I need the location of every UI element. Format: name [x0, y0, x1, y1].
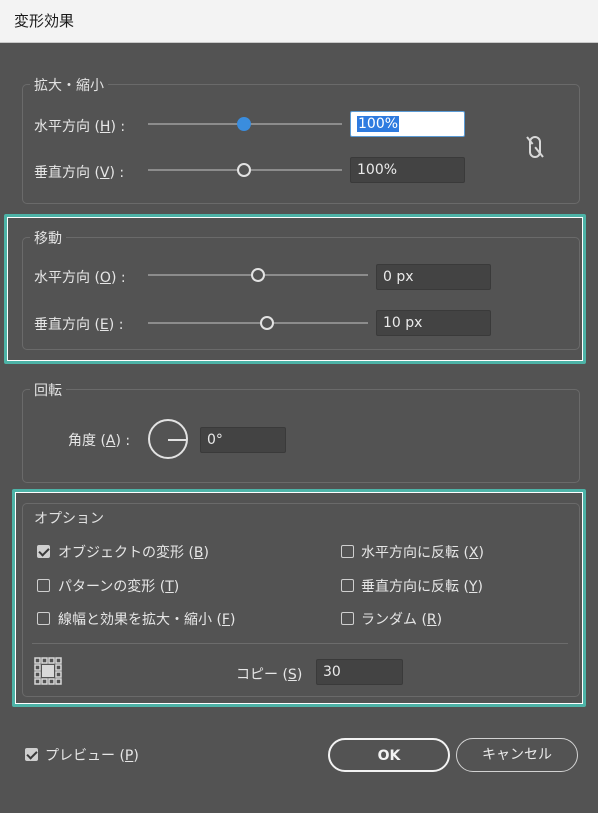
scale-horizontal-label: 水平方向 (H) :: [34, 119, 126, 135]
transform-objects-checkbox[interactable]: [37, 545, 50, 558]
reference-point-grid-icon[interactable]: [34, 657, 62, 685]
title-bar: 変形効果: [0, 0, 598, 43]
transform-objects-label[interactable]: オブジェクトの変形 (B): [58, 542, 209, 562]
scale-vertical-slider-knob[interactable]: [237, 163, 251, 177]
move-group-title: 移動: [30, 228, 66, 248]
options-group-title: オプション: [30, 508, 108, 528]
move-vertical-input[interactable]: 10 px: [376, 310, 491, 336]
rotate-group-title: 回転: [30, 380, 66, 400]
reflect-horizontal-label[interactable]: 水平方向に反転 (X): [361, 542, 484, 562]
move-vertical-label: 垂直方向 (E) :: [34, 317, 124, 333]
scale-vertical-input[interactable]: 100%: [350, 157, 465, 183]
move-horizontal-label: 水平方向 (O) :: [34, 270, 126, 286]
rotate-angle-dial[interactable]: [148, 419, 188, 459]
scale-horizontal-input[interactable]: 100%: [350, 111, 465, 137]
move-vertical-track[interactable]: [148, 322, 368, 324]
move-horizontal-slider-knob[interactable]: [251, 268, 265, 282]
scale-group: [22, 84, 580, 204]
scale-strokes-effects-label[interactable]: 線幅と効果を拡大・縮小 (F): [58, 609, 235, 629]
copies-input[interactable]: 30: [316, 659, 403, 685]
move-horizontal-input[interactable]: 0 px: [376, 264, 491, 290]
unlink-icon[interactable]: [524, 134, 546, 160]
rotate-angle-label: 角度 (A) :: [68, 433, 131, 449]
random-checkbox[interactable]: [341, 612, 354, 625]
scale-group-title: 拡大・縮小: [30, 75, 108, 95]
options-separator: [32, 643, 568, 644]
reflect-vertical-label[interactable]: 垂直方向に反転 (Y): [361, 576, 483, 596]
transform-patterns-checkbox[interactable]: [37, 579, 50, 592]
scale-horizontal-slider-knob[interactable]: [237, 117, 251, 131]
move-vertical-slider-knob[interactable]: [260, 316, 274, 330]
reflect-horizontal-checkbox[interactable]: [341, 545, 354, 558]
transform-patterns-label[interactable]: パターンの変形 (T): [58, 576, 179, 596]
window-title: 変形効果: [14, 12, 75, 30]
scale-strokes-effects-checkbox[interactable]: [37, 612, 50, 625]
scale-vertical-label: 垂直方向 (V) :: [34, 165, 125, 181]
ok-button[interactable]: OK: [328, 738, 450, 772]
reflect-vertical-checkbox[interactable]: [341, 579, 354, 592]
copies-label: コピー (S): [236, 667, 303, 683]
preview-label[interactable]: プレビュー (P): [45, 745, 139, 765]
rotate-angle-input[interactable]: 0°: [200, 427, 286, 453]
random-label[interactable]: ランダム (R): [361, 609, 442, 629]
cancel-button[interactable]: キャンセル: [456, 738, 578, 772]
preview-checkbox[interactable]: [25, 748, 38, 761]
